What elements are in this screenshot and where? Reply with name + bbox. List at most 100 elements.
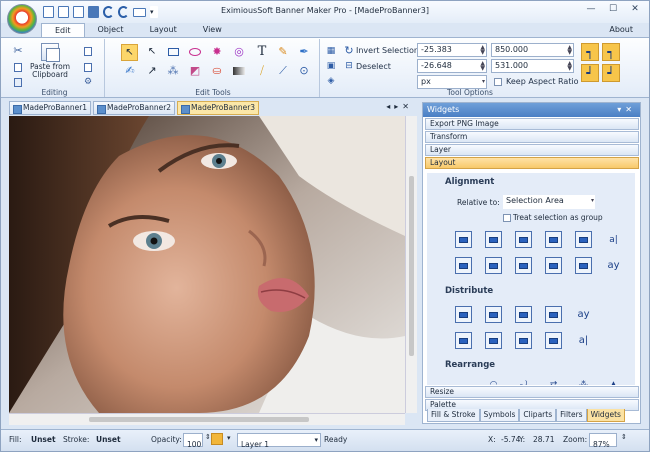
x-field[interactable]: -25.383 ▲ ▼ bbox=[417, 43, 487, 57]
distribute-gaps-h-icon[interactable] bbox=[545, 306, 562, 323]
align-bottom-icon[interactable] bbox=[545, 257, 562, 274]
rearrange-swap-icon[interactable]: ⤾ bbox=[515, 376, 532, 386]
maximize-button[interactable]: ☐ bbox=[603, 3, 623, 16]
delete-icon[interactable] bbox=[11, 75, 25, 89]
stroke-value[interactable]: Unset bbox=[96, 435, 121, 444]
tab-object[interactable]: Object bbox=[85, 23, 137, 38]
relative-to-select[interactable]: Selection Area ▾ bbox=[503, 195, 595, 209]
distribute-text-v-icon[interactable]: a| bbox=[575, 332, 592, 349]
zoom-spin-icon[interactable]: ⇕ bbox=[621, 433, 627, 441]
rearrange-remove-overlap-icon[interactable]: ▲ bbox=[605, 376, 622, 386]
select-all-icon[interactable]: ▦ bbox=[324, 44, 338, 58]
align-top-right-icon[interactable]: ┑ bbox=[602, 43, 620, 61]
doc-tab-2[interactable]: MadeProBanner2 bbox=[93, 101, 175, 115]
height-field[interactable]: 531.000 ▲ ▼ bbox=[491, 59, 574, 73]
treat-group-checkbox[interactable] bbox=[503, 214, 511, 222]
align-top-icon[interactable] bbox=[485, 257, 502, 274]
align-baseline-icon[interactable]: ay bbox=[605, 257, 622, 274]
opacity-field[interactable]: 100 bbox=[183, 433, 203, 449]
eraser-icon[interactable]: ◩ bbox=[188, 64, 202, 78]
pencil-icon[interactable]: ✎ bbox=[276, 45, 290, 59]
distribute-center-h-icon[interactable] bbox=[485, 306, 502, 323]
layer-select[interactable]: Layer 1 ▾ bbox=[237, 433, 321, 449]
spin-icon[interactable]: ▲ ▼ bbox=[480, 45, 485, 56]
app-menu-button[interactable] bbox=[7, 4, 37, 34]
layer-dropdown-icon[interactable]: ▾ bbox=[227, 434, 231, 442]
section-layout[interactable]: Layout bbox=[425, 157, 639, 169]
connector-icon[interactable]: ⟋ bbox=[276, 64, 290, 78]
panel-controls[interactable]: ▾✕ bbox=[617, 103, 636, 116]
tab-fill-stroke[interactable]: Fill & Stroke bbox=[427, 409, 480, 422]
tab-view[interactable]: View bbox=[190, 23, 235, 38]
align-bottom-edge-icon[interactable] bbox=[455, 257, 472, 274]
spin-icon[interactable]: ▲ ▼ bbox=[567, 45, 572, 56]
spin-icon[interactable]: ▲ ▼ bbox=[567, 61, 572, 72]
section-layer[interactable]: Layer bbox=[425, 144, 639, 156]
scroll-thumb[interactable] bbox=[89, 417, 309, 422]
about-link[interactable]: About bbox=[609, 25, 633, 34]
gradient-icon[interactable] bbox=[232, 64, 246, 78]
spray-icon[interactable]: ⁂ bbox=[166, 64, 180, 78]
ellipse-icon[interactable] bbox=[188, 45, 202, 59]
distribute-center-v-icon[interactable] bbox=[485, 332, 502, 349]
align-left-icon[interactable] bbox=[485, 231, 502, 248]
opacity-spin-icon[interactable]: ⇕ bbox=[205, 433, 211, 441]
select-same-icon[interactable]: ▣ bbox=[324, 59, 338, 73]
tab-filters[interactable]: Filters bbox=[556, 409, 587, 422]
invert-selection-button[interactable]: Invert Selection bbox=[356, 46, 419, 55]
section-export-png[interactable]: Export PNG Image bbox=[425, 118, 639, 130]
distribute-top-icon[interactable] bbox=[455, 332, 472, 349]
duplicate-icon[interactable] bbox=[81, 44, 95, 58]
tab-symbols[interactable]: Symbols bbox=[479, 409, 520, 422]
align-bottom-right-icon[interactable]: ┙ bbox=[602, 64, 620, 82]
rearrange-unclump-icon[interactable]: ⁂ bbox=[575, 376, 592, 386]
unit-select[interactable]: px ▾ bbox=[417, 75, 487, 89]
spiral-icon[interactable]: ◎ bbox=[232, 45, 246, 59]
zoom-icon[interactable]: ⊙ bbox=[297, 64, 311, 78]
rectangle-icon[interactable] bbox=[166, 45, 180, 59]
select-options-icon[interactable]: ◈ bbox=[324, 74, 338, 88]
deselect-icon[interactable]: ⊟ bbox=[342, 59, 356, 73]
tab-widgets[interactable]: Widgets bbox=[586, 409, 625, 422]
align-bottom-left-icon[interactable]: ┙ bbox=[581, 64, 599, 82]
settings-icon[interactable]: ⚙ bbox=[81, 75, 95, 89]
tab-cliparts[interactable]: Cliparts bbox=[519, 409, 557, 422]
cut-icon[interactable]: ✂ bbox=[11, 44, 25, 58]
distribute-gaps-v-icon[interactable] bbox=[545, 332, 562, 349]
fill-value[interactable]: Unset bbox=[31, 435, 56, 444]
section-transform[interactable]: Transform bbox=[425, 131, 639, 143]
clone-icon[interactable] bbox=[81, 60, 95, 74]
zoom-field[interactable]: 87% bbox=[589, 433, 617, 449]
align-text-icon[interactable]: a| bbox=[605, 231, 622, 248]
align-left-edge-icon[interactable] bbox=[455, 231, 472, 248]
rearrange-random-icon[interactable]: ⇄ bbox=[545, 376, 562, 386]
distribute-bottom-icon[interactable] bbox=[515, 332, 532, 349]
width-field[interactable]: 850.000 ▲ ▼ bbox=[491, 43, 574, 57]
scroll-thumb[interactable] bbox=[409, 176, 414, 356]
close-button[interactable]: ✕ bbox=[625, 3, 645, 16]
align-right-edge-icon[interactable] bbox=[575, 231, 592, 248]
distribute-left-icon[interactable] bbox=[455, 306, 472, 323]
vertical-scrollbar[interactable] bbox=[405, 116, 417, 413]
tab-edit[interactable]: Edit bbox=[41, 23, 85, 38]
y-field[interactable]: -26.648 ▲ ▼ bbox=[417, 59, 487, 73]
spin-icon[interactable]: ▲ ▼ bbox=[480, 61, 485, 72]
calligraphy-icon[interactable]: ✍ bbox=[123, 64, 137, 78]
node-edit-icon[interactable]: ↖ bbox=[145, 45, 159, 59]
doc-tab-1[interactable]: MadeProBanner1 bbox=[9, 101, 91, 115]
doc-tab-3[interactable]: MadeProBanner3 bbox=[177, 101, 259, 115]
horizontal-scrollbar[interactable] bbox=[9, 413, 405, 425]
bucket-icon[interactable]: ⛀ bbox=[210, 64, 224, 78]
section-resize[interactable]: Resize bbox=[425, 386, 639, 398]
minimize-button[interactable]: — bbox=[581, 3, 601, 16]
rearrange-circle-icon[interactable]: ◠ bbox=[485, 376, 502, 386]
pen-icon[interactable]: ✒ bbox=[297, 45, 311, 59]
document-tab-controls[interactable]: ◂▸✕ bbox=[386, 102, 413, 111]
align-top-edge-icon[interactable] bbox=[575, 257, 592, 274]
text-tool-icon[interactable]: T bbox=[255, 45, 269, 59]
layer-icon[interactable] bbox=[211, 433, 223, 445]
tab-layout[interactable]: Layout bbox=[137, 23, 190, 38]
select-arrow-icon[interactable]: ↖ bbox=[121, 44, 138, 61]
align-top-left-icon[interactable]: ┑ bbox=[581, 43, 599, 61]
invert-icon[interactable]: ↻ bbox=[342, 44, 356, 58]
